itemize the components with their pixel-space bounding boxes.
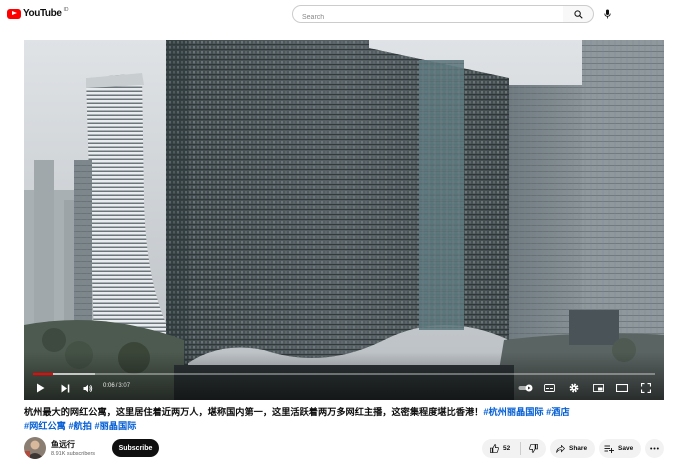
dislike-button[interactable] (521, 444, 546, 453)
like-dislike-group: 52 (482, 439, 546, 458)
theater-icon (616, 384, 628, 392)
play-button[interactable] (33, 381, 47, 395)
volume-icon (83, 384, 93, 392)
search-box (292, 5, 564, 26)
settings-icon (569, 383, 579, 393)
channel-avatar[interactable] (24, 437, 46, 459)
video-player[interactable]: 0:06/3:07 (24, 40, 664, 400)
theater-mode-button[interactable] (615, 382, 629, 394)
hashtag-link[interactable]: #酒店 (546, 407, 570, 417)
hashtag-link[interactable]: #丽晶国际 (95, 421, 137, 431)
current-time: 0:06 (103, 383, 115, 389)
search-button[interactable] (563, 5, 594, 23)
autoplay-toggle-icon (518, 384, 533, 392)
share-icon (556, 444, 565, 453)
hashtag-link[interactable]: #杭州丽晶国际 (483, 407, 543, 417)
video-title-text: 杭州最大的网红公寓，这里居住着近两万人，堪称国内第一，这里活跃着两万多网红主播，… (24, 407, 484, 417)
like-button[interactable]: 52 (482, 442, 521, 455)
dislike-icon (529, 444, 538, 453)
fullscreen-icon (641, 383, 651, 393)
save-button[interactable]: Save (599, 439, 641, 458)
search-input[interactable] (293, 9, 563, 26)
volume-button[interactable] (81, 381, 95, 395)
more-icon (650, 447, 659, 450)
save-label: Save (618, 445, 634, 452)
miniplayer-button[interactable] (591, 382, 605, 394)
play-icon (36, 383, 44, 393)
search-icon (573, 9, 583, 19)
like-count: 52 (503, 445, 511, 452)
channel-name[interactable]: 鱼远行 (51, 439, 75, 450)
hashtag-link[interactable]: #网红公寓 (24, 421, 66, 431)
captions-button[interactable] (542, 382, 556, 394)
progress-bar[interactable] (33, 373, 655, 375)
like-icon (490, 444, 499, 453)
next-icon (61, 384, 69, 392)
duration: 3:07 (118, 383, 131, 389)
share-button[interactable]: Share (550, 439, 595, 458)
autoplay-toggle[interactable] (517, 382, 535, 394)
settings-button[interactable] (567, 381, 581, 395)
time-display: 0:06/3:07 (103, 383, 130, 389)
masthead: YouTube ID (0, 0, 673, 30)
video-title: 杭州最大的网红公寓，这里居住着近两万人，堪称国内第一，这里活跃着两万多网红主播，… (24, 405, 654, 433)
fullscreen-button[interactable] (639, 381, 653, 395)
video-frame (24, 40, 664, 400)
avatar-image (24, 437, 46, 459)
progress-played (33, 373, 53, 375)
youtube-logo[interactable]: YouTube ID (7, 6, 69, 19)
subscribe-button[interactable]: Subscribe (112, 439, 159, 457)
share-label: Share (569, 445, 588, 452)
hashtag-link[interactable]: #航拍 (68, 421, 92, 431)
voice-search-button[interactable] (598, 5, 617, 23)
next-button[interactable] (58, 381, 72, 395)
mic-icon (604, 9, 611, 19)
subscriber-count: 8.91K subscribers (51, 451, 96, 457)
miniplayer-icon (592, 384, 604, 392)
logo-text: YouTube (23, 8, 62, 19)
save-icon (604, 445, 614, 453)
youtube-logo-icon (7, 8, 21, 19)
captions-icon (543, 384, 555, 392)
logo-country-code: ID (63, 6, 69, 13)
more-actions-button[interactable] (645, 439, 664, 458)
